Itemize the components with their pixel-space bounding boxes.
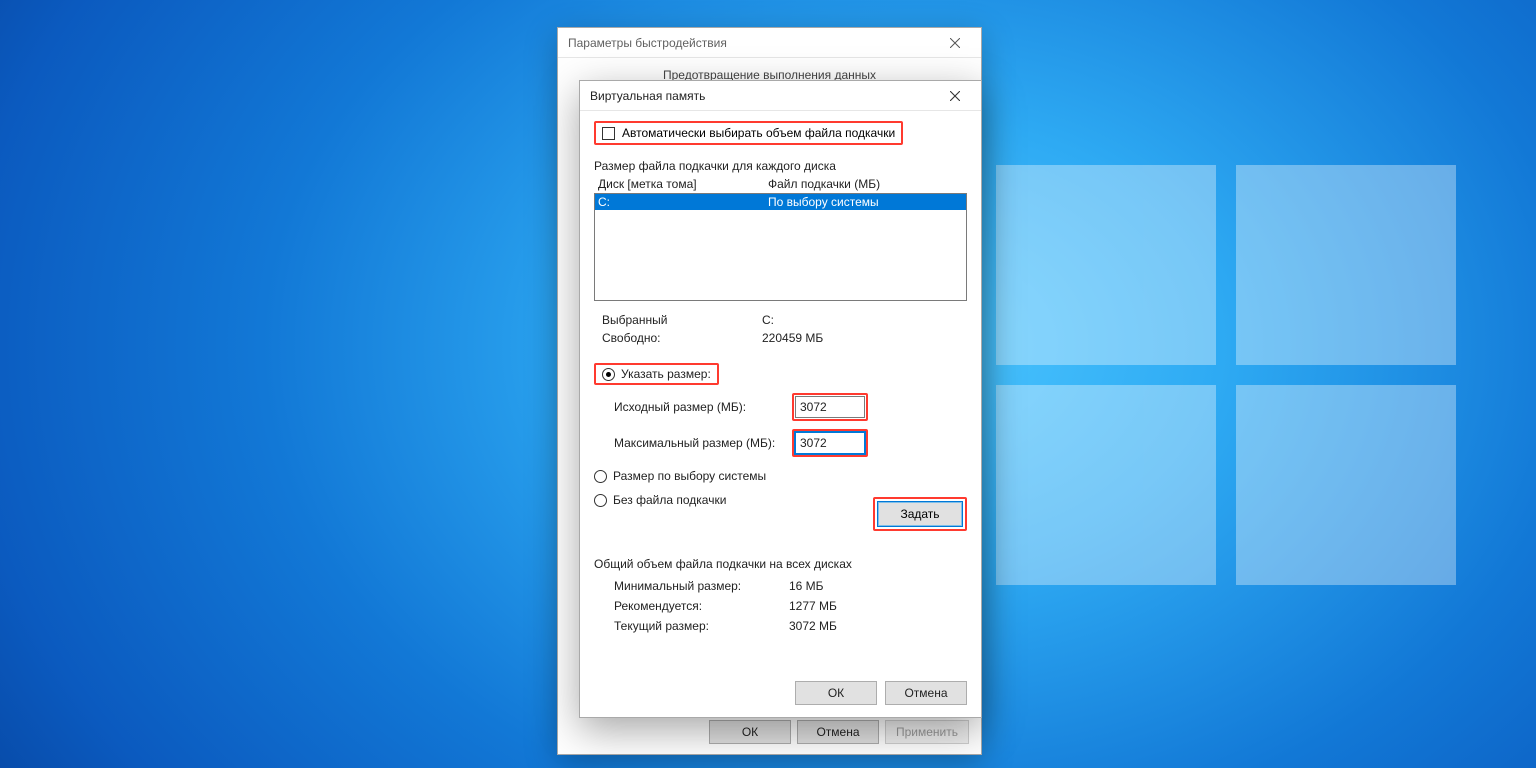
max-size-label: Максимальный размер (МБ):	[594, 436, 784, 450]
drive-list[interactable]: C: По выбору системы	[594, 193, 967, 301]
perf-cancel-button[interactable]: Отмена	[797, 720, 879, 744]
radio-custom-label: Указать размер:	[621, 367, 711, 381]
perf-apply-button: Применить	[885, 720, 969, 744]
virtual-memory-dialog: Виртуальная память Автоматически выбират…	[579, 80, 982, 718]
recommended-value: 1277 МБ	[789, 599, 967, 613]
perf-ok-button[interactable]: ОК	[709, 720, 791, 744]
current-size-label: Текущий размер:	[614, 619, 789, 633]
initial-size-input[interactable]: 3072	[795, 396, 865, 418]
initial-size-label: Исходный размер (МБ):	[594, 400, 784, 414]
radio-system-label: Размер по выбору системы	[613, 469, 766, 483]
min-size-value: 16 МБ	[789, 579, 967, 593]
drive-paging-value: По выбору системы	[768, 195, 879, 209]
recommended-label: Рекомендуется:	[614, 599, 789, 613]
free-space-label: Свободно:	[602, 331, 762, 345]
vm-titlebar[interactable]: Виртуальная память	[580, 81, 981, 111]
set-button[interactable]: Задать	[877, 501, 963, 527]
radio-icon[interactable]	[594, 494, 607, 507]
performance-titlebar[interactable]: Параметры быстродействия	[558, 28, 981, 58]
col-drive-header: Диск [метка тома]	[598, 177, 768, 191]
performance-title: Параметры быстродействия	[568, 36, 935, 50]
drive-list-headers: Диск [метка тома] Файл подкачки (МБ)	[594, 173, 967, 193]
close-icon[interactable]	[935, 83, 975, 109]
current-size-value: 3072 МБ	[789, 619, 967, 633]
section-each-drive: Размер файла подкачки для каждого диска	[594, 159, 967, 173]
drive-label: C:	[598, 195, 768, 209]
close-icon[interactable]	[935, 30, 975, 56]
windows-logo-icon	[996, 165, 1456, 585]
radio-icon[interactable]	[602, 368, 615, 381]
max-size-input[interactable]: 3072	[795, 432, 865, 454]
vm-cancel-button[interactable]: Отмена	[885, 681, 967, 705]
drive-row-c[interactable]: C: По выбору системы	[595, 194, 966, 210]
vm-ok-button[interactable]: ОК	[795, 681, 877, 705]
totals-header: Общий объем файла подкачки на всех диска…	[594, 557, 967, 571]
radio-icon[interactable]	[594, 470, 607, 483]
checkbox-icon[interactable]	[602, 127, 615, 140]
selected-drive-value: C:	[762, 313, 967, 327]
selected-drive-label: Выбранный	[602, 313, 762, 327]
auto-manage-checkbox-row[interactable]: Автоматически выбирать объем файла подка…	[594, 121, 903, 145]
radio-custom-size[interactable]: Указать размер:	[594, 363, 719, 385]
auto-manage-label: Автоматически выбирать объем файла подка…	[622, 126, 895, 140]
desktop-wallpaper: Параметры быстродействия Предотвращение …	[0, 0, 1536, 768]
free-space-value: 220459 МБ	[762, 331, 967, 345]
vm-title: Виртуальная память	[590, 89, 935, 103]
radio-none-label: Без файла подкачки	[613, 493, 726, 507]
radio-system-managed[interactable]: Размер по выбору системы	[594, 469, 967, 483]
col-paging-header: Файл подкачки (МБ)	[768, 177, 880, 191]
min-size-label: Минимальный размер:	[614, 579, 789, 593]
